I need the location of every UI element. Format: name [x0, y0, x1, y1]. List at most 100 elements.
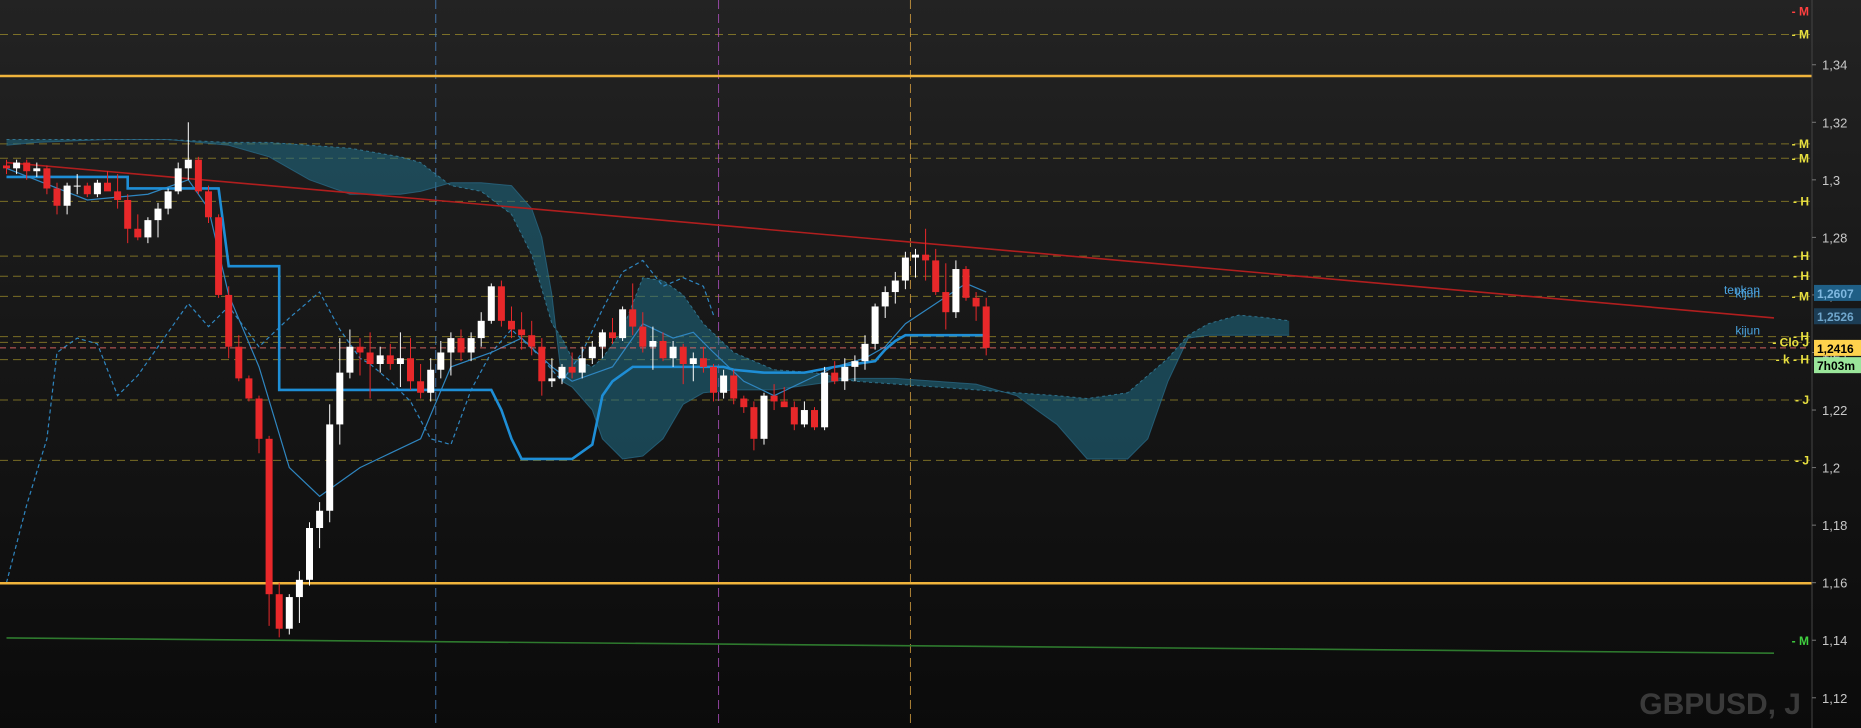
candle-body: [871, 306, 879, 344]
y-tick-label: 1,22: [1822, 403, 1847, 418]
candle-body: [770, 395, 778, 402]
indicator-label: kijun: [1735, 324, 1760, 338]
candle-body: [750, 407, 758, 439]
candle-body: [134, 228, 142, 238]
chart-window[interactable]: 1,341,321,31,281,261,241,221,21,181,161,…: [0, 0, 1861, 728]
candle-body: [497, 286, 505, 321]
candle-body: [316, 510, 324, 529]
candle-body: [53, 188, 61, 206]
price-box-label: 1,2607: [1817, 287, 1854, 301]
level-tag: - M: [1792, 289, 1809, 303]
candle-body: [639, 326, 647, 347]
candle-body: [144, 220, 152, 238]
level-tag: - M: [1792, 634, 1809, 648]
trend-line: [6, 637, 1775, 654]
candle-body: [689, 358, 697, 364]
candlestick-chart[interactable]: 1,341,321,31,281,261,241,221,21,181,161,…: [0, 0, 1861, 728]
candle-body: [528, 335, 536, 347]
candle-body: [831, 372, 839, 382]
candle-body: [407, 358, 414, 382]
level-tag: - J: [1795, 453, 1809, 467]
y-tick-label: 1,16: [1822, 576, 1847, 591]
y-tick-label: 1,12: [1822, 691, 1847, 706]
candle-body: [720, 375, 728, 393]
candle-body: [740, 398, 748, 408]
candle-body: [467, 338, 475, 353]
level-tag: - M: [1792, 151, 1809, 165]
candle-body: [922, 254, 930, 261]
level-tag: - H: [1793, 194, 1809, 208]
candle-body: [13, 162, 21, 169]
candle-body: [83, 185, 91, 195]
candle-body: [154, 208, 162, 221]
candle-body: [558, 366, 566, 379]
candle-body: [598, 332, 606, 347]
candle-body: [336, 372, 344, 425]
candle-body: [386, 355, 394, 364]
candle-body: [306, 528, 313, 580]
candle-body: [851, 361, 859, 367]
price-box-label: 1,2416: [1817, 342, 1854, 356]
candle-body: [487, 286, 495, 321]
level-tag: - k - H: [1776, 353, 1809, 367]
candle-body: [821, 372, 829, 428]
trend-line: [6, 161, 1775, 319]
candle-body: [962, 269, 970, 298]
y-tick-label: 1,14: [1822, 633, 1847, 648]
candle-body: [396, 358, 404, 364]
candle-body: [518, 329, 526, 336]
candle-body: [205, 191, 212, 218]
level-tag: - Clo J: [1772, 335, 1809, 349]
candle-body: [790, 407, 798, 425]
level-tag: - H: [1793, 269, 1809, 283]
candle-body: [881, 292, 889, 307]
candle-body: [73, 185, 81, 187]
candle-body: [588, 346, 596, 359]
candle-body: [800, 410, 808, 425]
level-tag: - M: [1792, 137, 1809, 151]
candle-body: [93, 182, 101, 195]
candle-body: [548, 378, 556, 382]
candle-body: [972, 297, 980, 307]
indicator-label: kijun: [1735, 287, 1760, 301]
y-tick-label: 1,32: [1822, 115, 1847, 130]
candle-body: [356, 346, 364, 353]
candle-body: [366, 352, 374, 364]
candle-body: [417, 381, 425, 393]
kijun-line: [6, 175, 987, 461]
candle-body: [164, 191, 172, 209]
candle-body: [891, 280, 899, 293]
candle-body: [730, 375, 738, 399]
candle-body: [215, 217, 223, 295]
candle-body: [760, 395, 768, 439]
candle-body: [901, 257, 909, 281]
candle-body: [63, 185, 71, 206]
y-tick-label: 1,2: [1822, 461, 1840, 476]
candle-body: [437, 352, 445, 370]
candle-body: [912, 254, 919, 258]
candle-body: [114, 191, 122, 200]
candle-body: [3, 165, 10, 169]
candle-body: [679, 346, 687, 364]
candle-body: [952, 269, 960, 313]
candle-body: [629, 309, 637, 327]
candle-body: [295, 579, 303, 598]
candle-body: [538, 346, 546, 382]
candle-body: [841, 366, 849, 382]
candle-body: [932, 260, 940, 293]
candle-body: [245, 378, 253, 399]
candle-body: [23, 162, 31, 172]
candle-body: [235, 346, 243, 379]
candle-body: [184, 159, 192, 169]
candle-body: [376, 355, 384, 364]
candle-body: [619, 309, 627, 339]
candle-body: [710, 366, 717, 393]
candle-body: [578, 358, 586, 373]
candle-body: [811, 410, 818, 428]
tenkan-line: [6, 167, 987, 498]
candle-body: [427, 369, 435, 393]
candle-body: [447, 338, 455, 353]
candle-body: [326, 424, 334, 511]
candle-body: [669, 346, 677, 359]
candle-body: [659, 340, 667, 359]
